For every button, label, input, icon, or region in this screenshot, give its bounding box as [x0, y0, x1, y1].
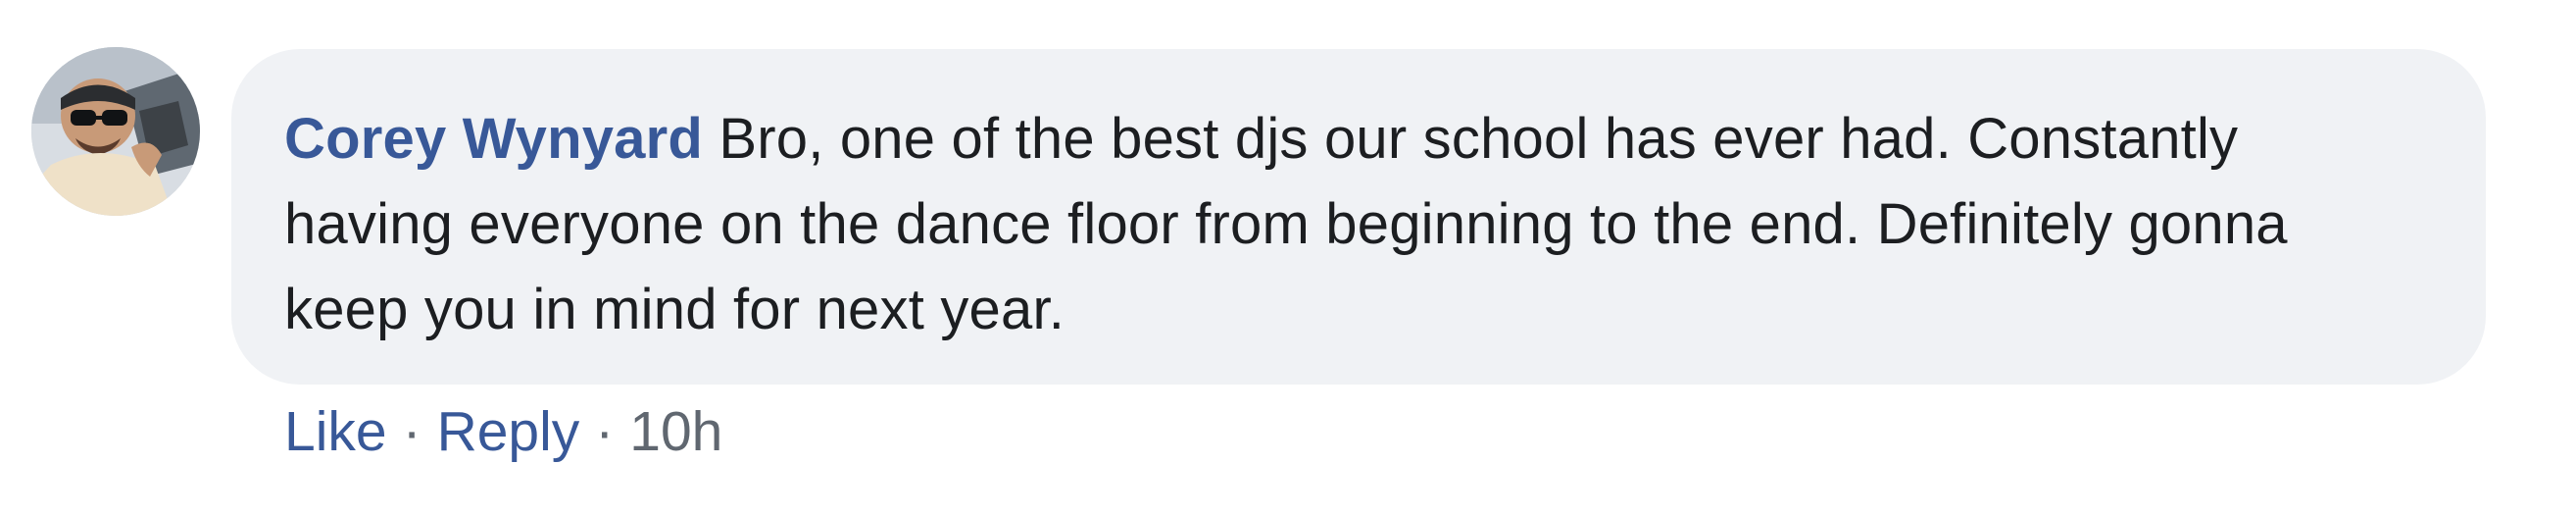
- comment-actions: Like · Reply · 10h: [284, 392, 722, 471]
- comment: Corey Wynyard Bro, one of the best djs o…: [0, 0, 2576, 516]
- timestamp-separator: ·: [595, 400, 615, 463]
- action-separator: ·: [402, 400, 421, 463]
- comment-author-link[interactable]: Corey Wynyard: [284, 107, 703, 171]
- avatar-photo: [31, 47, 200, 216]
- comment-bubble: Corey Wynyard Bro, one of the best djs o…: [231, 49, 2486, 385]
- like-button[interactable]: Like: [284, 400, 387, 463]
- reply-button[interactable]: Reply: [437, 400, 580, 463]
- avatar[interactable]: [31, 47, 200, 216]
- comment-timestamp[interactable]: 10h: [629, 400, 722, 463]
- comment-body: Corey Wynyard Bro, one of the best djs o…: [284, 96, 2368, 352]
